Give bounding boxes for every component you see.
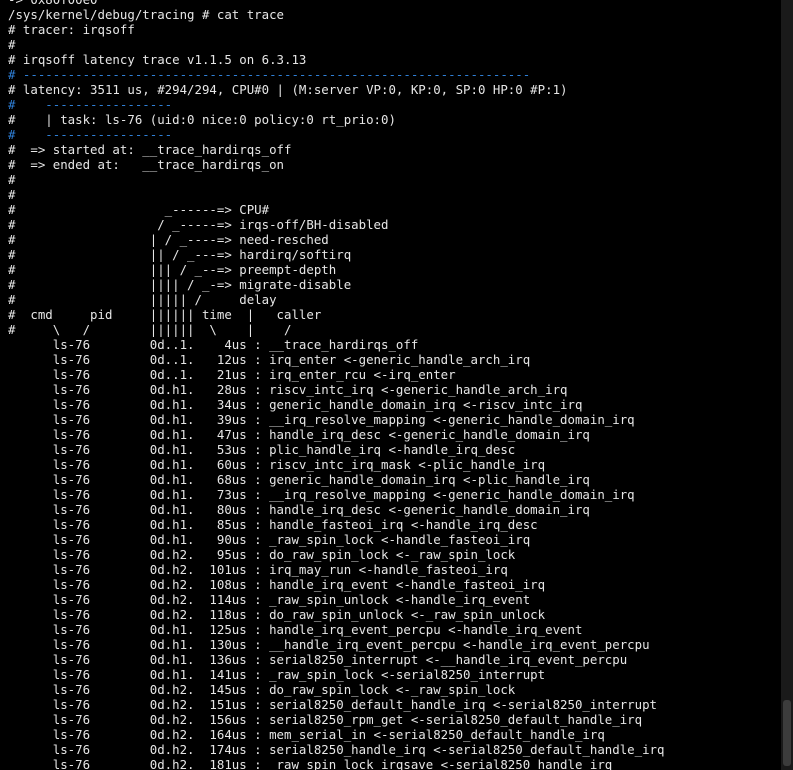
terminal-line: # --------------------------------------…	[8, 67, 531, 82]
terminal-line: # latency: 3511 us, #294/294, CPU#0 | (M…	[8, 82, 568, 97]
terminal-line: /sys/kernel/debug/tracing # cat trace	[8, 7, 285, 22]
terminal-line: # -----------------	[8, 97, 173, 112]
terminal-line: # ||||| / delay	[8, 292, 277, 307]
terminal-line: ls-76 0d.h2. 101us : irq_may_run <-handl…	[8, 562, 508, 577]
terminal-line: ls-76 0d.h2. 164us : mem_serial_in <-ser…	[8, 727, 605, 742]
terminal-line: ls-76 0d.h2. 95us : do_raw_spin_lock <-_…	[8, 547, 516, 562]
terminal-line: #	[8, 172, 16, 187]
terminal-line: ls-76 0d.h1. 141us : _raw_spin_lock <-se…	[8, 667, 546, 682]
terminal-line: #	[8, 187, 16, 202]
terminal-line: ls-76 0d.h1. 28us : riscv_intc_irq <-gen…	[8, 382, 568, 397]
terminal-line: ls-76 0d.h1. 73us : __irq_resolve_mappin…	[8, 487, 635, 502]
terminal-line: # cmd pid |||||| time | caller	[8, 307, 322, 322]
terminal-line: # _------=> CPU#	[8, 202, 270, 217]
scrollbar[interactable]	[781, 0, 793, 770]
terminal-line: ls-76 0d..1. 4us : __trace_hardirqs_off	[8, 337, 419, 352]
terminal-line: ls-76 0d.h1. 60us : riscv_intc_irq_mask …	[8, 457, 546, 472]
terminal-line: #	[8, 37, 16, 52]
terminal-line: # -----------------	[8, 127, 173, 142]
terminal-line: ls-76 0d.h1. 125us : handle_irq_event_pe…	[8, 622, 583, 637]
scrollbar-thumb[interactable]	[783, 700, 791, 766]
terminal-line: ls-76 0d..1. 12us : irq_enter <-generic_…	[8, 352, 531, 367]
terminal-line: ls-76 0d.h1. 53us : plic_handle_irq <-ha…	[8, 442, 516, 457]
terminal-line: # \ / |||||| \ | /	[8, 322, 292, 337]
terminal-line: ls-76 0d.h1. 34us : generic_handle_domai…	[8, 397, 583, 412]
terminal-line: ls-76 0d.h2. 181us : _raw_spin_lock_irqs…	[8, 757, 613, 770]
terminal-line: # tracer: irqsoff	[8, 22, 135, 37]
terminal-output: -> 0x80f00e0/sys/kernel/debug/tracing # …	[8, 0, 664, 770]
terminal-line: ls-76 0d.h2. 118us : do_raw_spin_unlock …	[8, 607, 546, 622]
terminal-line: # |||| / _-=> migrate-disable	[8, 277, 352, 292]
terminal-line: ls-76 0d.h1. 80us : handle_irq_desc <-ge…	[8, 502, 590, 517]
terminal-line: # | task: ls-76 (uid:0 nice:0 policy:0 r…	[8, 112, 396, 127]
terminal-line: ls-76 0d.h2. 156us : serial8250_rpm_get …	[8, 712, 643, 727]
terminal-line: ls-76 0d.h2. 114us : _raw_spin_unlock <-…	[8, 592, 531, 607]
terminal-line: ls-76 0d.h2. 145us : do_raw_spin_lock <-…	[8, 682, 516, 697]
terminal-line: ls-76 0d..1. 21us : irq_enter_rcu <-irq_…	[8, 367, 456, 382]
terminal-line: # | / _----=> need-resched	[8, 232, 329, 247]
terminal-line: # => ended at: __trace_hardirqs_on	[8, 157, 285, 172]
terminal-line: ls-76 0d.h1. 136us : serial8250_interrup…	[8, 652, 628, 667]
terminal-line: ls-76 0d.h2. 151us : serial8250_default_…	[8, 697, 658, 712]
terminal-line: # irqsoff latency trace v1.1.5 on 6.3.13	[8, 52, 307, 67]
terminal-line: ls-76 0d.h1. 47us : handle_irq_desc <-ge…	[8, 427, 590, 442]
terminal-line: ls-76 0d.h1. 90us : _raw_spin_lock <-han…	[8, 532, 531, 547]
terminal-line: ls-76 0d.h1. 68us : generic_handle_domai…	[8, 472, 590, 487]
terminal-line: # || / _---=> hardirq/softirq	[8, 247, 352, 262]
terminal-line: # ||| / _--=> preempt-depth	[8, 262, 337, 277]
terminal-line: ls-76 0d.h1. 85us : handle_fasteoi_irq <…	[8, 517, 538, 532]
terminal-line: -> 0x80f00e0	[8, 0, 664, 7]
terminal-line: ls-76 0d.h1. 39us : __irq_resolve_mappin…	[8, 412, 635, 427]
terminal-line: # / _-----=> irqs-off/BH-disabled	[8, 217, 389, 232]
terminal-window[interactable]: -> 0x80f00e0/sys/kernel/debug/tracing # …	[0, 0, 780, 770]
terminal-line: ls-76 0d.h1. 130us : __handle_irq_event_…	[8, 637, 650, 652]
terminal-line: ls-76 0d.h2. 174us : serial8250_handle_i…	[8, 742, 665, 757]
terminal-line: # => started at: __trace_hardirqs_off	[8, 142, 292, 157]
terminal-line: ls-76 0d.h2. 108us : handle_irq_event <-…	[8, 577, 546, 592]
